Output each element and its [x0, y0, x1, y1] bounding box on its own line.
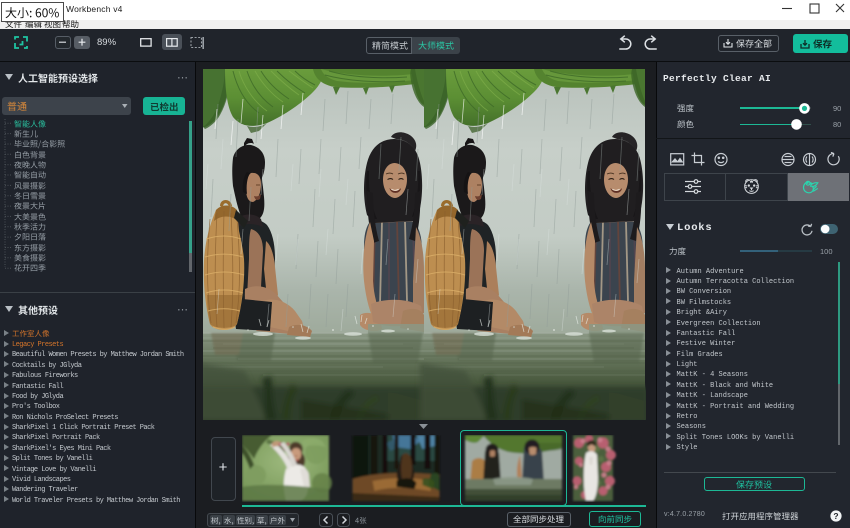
- svg-text:?: ?: [833, 511, 838, 521]
